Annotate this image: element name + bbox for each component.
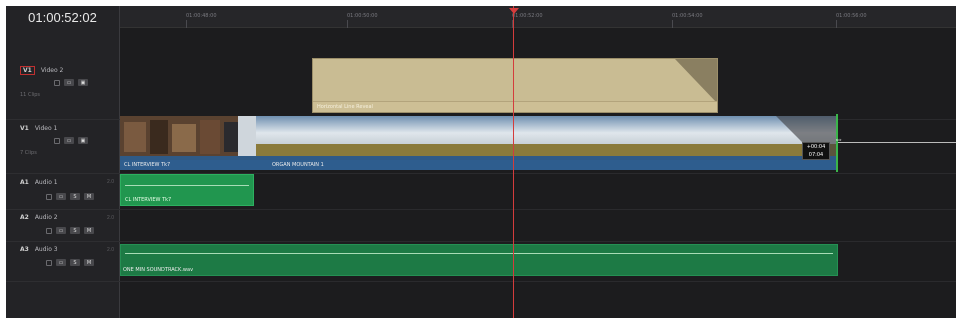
channel-format: 2.0 [107,215,114,221]
auto-track-button[interactable]: ▭ [56,259,66,266]
track-header-audio-2[interactable]: A2 Audio 2 2.0 ▭ S M [6,210,120,242]
lock-icon[interactable] [46,259,52,266]
playhead-handle[interactable] [509,8,519,14]
clip-label: ORGAN MOUNTAIN 1 [272,162,324,168]
waveform [125,253,833,254]
trim-duration: 07:04 [808,152,824,158]
track-header-audio-1[interactable]: A1 Audio 1 2.0 ▭ S M [6,174,120,210]
video-enable-button[interactable]: ▣ [78,137,88,144]
video-clip-organ-mountain[interactable]: ORGAN MOUNTAIN 1 [256,116,836,170]
clip-bar [256,160,836,170]
audio-clip-interview[interactable]: CL INTERVIEW Tk7 [120,174,254,206]
track-badge[interactable]: A1 [20,179,29,186]
auto-track-button[interactable]: ▭ [64,79,74,86]
ruler-tick: 01:00:54:00 [672,13,703,19]
ruler-tick: 01:00:50:00 [347,13,378,19]
audio-clip-soundtrack[interactable]: ONE MIN SOUNDTRACK.wav [120,244,838,276]
clip-label: CL INTERVIEW Tk7 [124,162,171,168]
ruler-tick: 01:00:56:00 [836,13,867,19]
clip-count: 11 Clips [20,92,40,98]
generator-clip-bar [313,101,717,112]
track-name[interactable]: Audio 2 [35,214,58,221]
track-header-video-1[interactable]: V1 Video 1 ▭ ▣ 7 Clips [6,120,120,174]
solo-button[interactable]: S [70,193,80,200]
lock-icon[interactable] [54,137,60,144]
mute-button[interactable]: M [84,193,94,200]
playhead[interactable] [513,6,514,318]
clip-thumbnails [120,116,256,156]
track-badge[interactable]: A3 [20,246,29,253]
waveform [125,185,249,186]
mute-button[interactable]: M [84,259,94,266]
auto-track-button[interactable]: ▭ [56,227,66,234]
track-name[interactable]: Video 2 [41,67,64,74]
track-badge[interactable]: A2 [20,214,29,221]
lock-icon[interactable] [46,193,52,200]
generator-clip[interactable]: Horizontal Line Reveal [312,58,718,113]
channel-format: 2.0 [107,179,114,185]
ruler-tick-mark [186,20,187,28]
track-name[interactable]: Audio 3 [35,246,58,253]
track-header-audio-3[interactable]: A3 Audio 3 2.0 ▭ S M [6,242,120,282]
trim-cursor-icon: ⇔ [834,134,843,144]
solo-button[interactable]: S [70,259,80,266]
ruler-tick-mark [836,20,837,28]
clip-label: CL INTERVIEW Tk7 [125,197,172,203]
trim-tooltip: +00:04 07:04 [802,142,830,160]
track-name[interactable]: Audio 1 [35,179,58,186]
clip-count: 7 Clips [20,150,37,156]
ruler-tick-mark [672,20,673,28]
track-header-video-2[interactable]: V1 Video 2 ▭ ▣ 11 Clips [6,54,120,120]
auto-track-button[interactable]: ▭ [64,137,74,144]
timeline-window: 01:00:52:02 01:00:48:00 01:00:50:00 01:0… [6,6,956,318]
trim-extension-line [838,142,956,143]
transition-wedge [675,59,717,103]
mute-button[interactable]: M [84,227,94,234]
trim-delta: +00:04 [806,144,826,150]
timeline-header: 01:00:52:02 01:00:48:00 01:00:50:00 01:0… [6,6,956,28]
lane-audio-2[interactable] [120,210,956,242]
timecode-display[interactable]: 01:00:52:02 [6,6,120,28]
lock-icon[interactable] [46,227,52,234]
solo-button[interactable]: S [70,227,80,234]
video-clip-interview[interactable]: CL INTERVIEW Tk7 [120,116,256,170]
clip-label: ONE MIN SOUNDTRACK.wav [123,267,194,273]
track-badge[interactable]: V1 [20,66,35,75]
clip-thumbnails [256,116,836,156]
timeline-ruler[interactable]: 01:00:48:00 01:00:50:00 01:00:52:00 01:0… [120,6,956,28]
auto-track-button[interactable]: ▭ [56,193,66,200]
channel-format: 2.0 [107,247,114,253]
lock-icon[interactable] [54,79,60,86]
ruler-tick-mark [347,20,348,28]
track-name[interactable]: Video 1 [35,125,58,132]
track-headers: V1 Video 2 ▭ ▣ 11 Clips V1 Video 1 ▭ ▣ 7… [6,28,120,318]
clip-label: Horizontal Line Reveal [317,104,373,110]
track-badge[interactable]: V1 [20,125,29,132]
video-enable-button[interactable]: ▣ [78,79,88,86]
ruler-tick: 01:00:48:00 [186,13,217,19]
